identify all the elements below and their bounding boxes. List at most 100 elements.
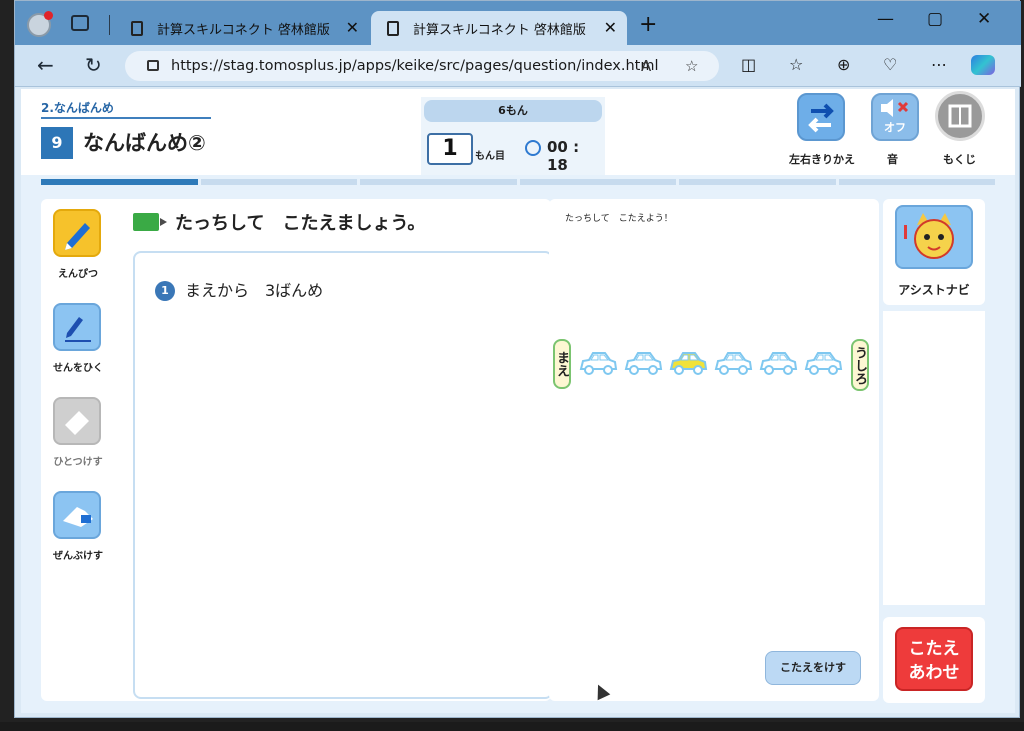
progress-step xyxy=(838,179,995,185)
car-2[interactable] xyxy=(622,347,663,379)
timer: 00 : 18 xyxy=(547,138,580,174)
clear-answer-button[interactable]: こたえをけす xyxy=(765,651,861,685)
split-screen-icon[interactable]: ◫ xyxy=(741,55,756,74)
car-icon xyxy=(624,352,663,375)
car-3[interactable] xyxy=(667,347,708,379)
progress-step xyxy=(200,179,357,185)
tab-label: 計算スキルコネクト 啓林館版 xyxy=(413,22,586,38)
total-questions: 6もん xyxy=(424,100,602,122)
back-label: うしろ xyxy=(851,339,869,391)
close-window-button[interactable]: ✕ xyxy=(977,9,991,29)
sound-toggle-button[interactable]: オフ xyxy=(871,93,919,141)
pencil-button[interactable] xyxy=(53,209,101,257)
taskbar xyxy=(0,722,1024,731)
question-box[interactable]: 1 まえから 3ばんめ xyxy=(133,251,553,699)
url-text: https://stag.tomosplus.jp/apps/keike/src… xyxy=(171,58,659,74)
profile-icon[interactable] xyxy=(27,11,53,37)
erase-all-label: ぜんぶけす xyxy=(53,551,103,562)
erase-one-label: ひとつけす xyxy=(53,457,103,468)
step-indicator xyxy=(41,179,995,185)
swap-arrows-icon xyxy=(808,103,834,133)
sound-label: 音 xyxy=(887,153,898,166)
lock-icon xyxy=(147,60,159,71)
car-4[interactable] xyxy=(712,347,753,379)
car-icon xyxy=(714,352,753,375)
progress-step xyxy=(360,179,517,185)
current-question-label: もん目 xyxy=(475,151,505,162)
swap-sides-label: 左右きりかえ xyxy=(789,153,855,166)
tab-active[interactable]: 計算スキルコネクト 啓林館版 ✕ xyxy=(371,11,627,45)
menu-label: もくじ xyxy=(943,153,976,166)
app-root: 2.なんばんめ 9 なんばんめ② 6もん 1 もん目 00 : 18 左右きりか… xyxy=(21,89,1015,713)
refresh-icon[interactable]: ↻ xyxy=(85,53,102,77)
line-pencil-icon xyxy=(65,317,91,342)
app-header: 2.なんばんめ 9 なんばんめ② 6もん 1 もん目 00 : 18 左右きりか… xyxy=(21,89,1015,185)
car-6[interactable] xyxy=(802,347,843,379)
copilot-icon[interactable] xyxy=(971,55,995,75)
instruction-text: たっちして こたえましょう。 xyxy=(175,213,426,234)
clock-icon xyxy=(525,140,541,156)
document-icon xyxy=(131,20,143,36)
front-label: まえ xyxy=(553,339,571,389)
address-bar[interactable]: https://stag.tomosplus.jp/apps/keike/src… xyxy=(125,51,719,81)
address-row: ← ↻ https://stag.tomosplus.jp/apps/keike… xyxy=(15,45,1021,87)
lesson-number: 9 xyxy=(41,127,73,159)
car-icon xyxy=(804,352,843,375)
unit-name: 2.なんばんめ xyxy=(41,101,114,115)
side-panel xyxy=(883,311,985,605)
menu-button[interactable] xyxy=(935,91,985,141)
answer-area[interactable]: たっちして こたえよう！ まえ うしろ こたえをけす xyxy=(549,199,879,701)
swap-sides-button[interactable] xyxy=(797,93,845,141)
question-item-text: まえから 3ばんめ xyxy=(185,281,324,300)
answer-hint: たっちして こたえよう！ xyxy=(565,214,673,224)
check-answer-button[interactable]: こたえ あわせ xyxy=(895,627,973,691)
tab-bar: 計算スキルコネクト 啓林館版 ✕ 計算スキルコネクト 啓林館版 ✕ + — ▢ … xyxy=(15,1,1021,45)
current-question: 1 xyxy=(427,133,473,165)
more-menu-icon[interactable]: ⋯ xyxy=(931,55,947,74)
back-icon[interactable]: ← xyxy=(37,53,54,77)
instruction-badge-icon xyxy=(133,213,167,231)
lesson-title: なんばんめ② xyxy=(83,131,206,155)
read-aloud-icon[interactable]: A xyxy=(641,51,651,81)
submit-panel: こたえ あわせ xyxy=(883,617,985,703)
question-progress: 6もん 1 もん目 00 : 18 xyxy=(421,97,605,175)
browser-window: 計算スキルコネクト 啓林館版 ✕ 計算スキルコネクト 啓林館版 ✕ + — ▢ … xyxy=(14,0,1021,718)
book-icon xyxy=(948,104,972,128)
erase-all-button[interactable] xyxy=(53,491,101,539)
close-tab-icon[interactable]: ✕ xyxy=(604,18,617,37)
new-tab-button[interactable]: + xyxy=(639,14,657,36)
sound-mute-icon xyxy=(881,99,909,117)
sound-state: オフ xyxy=(884,121,906,134)
pencil-label: えんぴつ xyxy=(58,269,98,280)
tab-actions-icon[interactable] xyxy=(71,15,89,31)
favorite-star-icon[interactable]: ☆ xyxy=(685,51,698,81)
tab-divider xyxy=(109,15,110,35)
assist-navi-panel: アシストナビ xyxy=(883,199,985,305)
progress-step xyxy=(679,179,836,185)
draw-line-label: せんをひく xyxy=(53,363,103,374)
progress-step xyxy=(519,179,676,185)
assist-navi-button[interactable] xyxy=(895,205,973,269)
favorites-icon[interactable]: ☆ xyxy=(789,55,803,74)
check-answer-line2: あわせ xyxy=(908,663,960,683)
maximize-button[interactable]: ▢ xyxy=(927,9,943,29)
draw-line-button[interactable] xyxy=(53,303,101,351)
erase-one-button[interactable] xyxy=(53,397,101,445)
browser-essentials-icon[interactable]: ♡ xyxy=(883,55,897,74)
car-5[interactable] xyxy=(757,347,798,379)
unit-underline xyxy=(41,117,211,119)
tab-inactive[interactable]: 計算スキルコネクト 啓林館版 ✕ xyxy=(115,11,369,45)
close-tab-icon[interactable]: ✕ xyxy=(346,18,359,37)
minimize-button[interactable]: — xyxy=(877,9,894,29)
progress-step xyxy=(41,179,198,185)
collections-icon[interactable]: ⊕ xyxy=(837,55,850,74)
car-icon xyxy=(759,352,798,375)
check-answer-line1: こたえ xyxy=(908,639,960,659)
car-icon xyxy=(669,352,708,375)
car-icon xyxy=(579,352,618,375)
pencil-icon xyxy=(65,223,90,250)
car-1[interactable] xyxy=(577,347,618,379)
document-icon xyxy=(387,20,399,36)
erase-all-icon xyxy=(63,507,93,527)
question-panel: えんぴつ せんをひく ひとつけす ぜんぶけす たっちして こたえましょう。 1 … xyxy=(41,199,553,701)
